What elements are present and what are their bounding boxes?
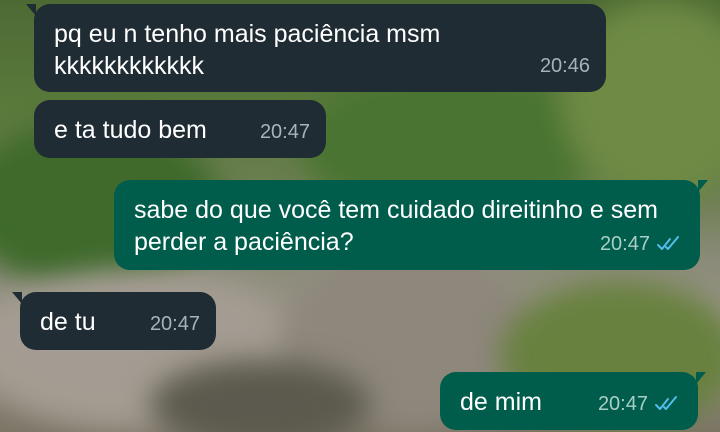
message-meta: 20:47: [600, 228, 684, 260]
message-meta: 20:46: [540, 50, 590, 82]
message-bubble[interactable]: sabe do que você tem cuidado direitinho …: [114, 180, 708, 270]
message-meta: 20:47: [150, 308, 200, 340]
message-bubble[interactable]: de tu 20:47: [12, 292, 216, 350]
message-text: pq eu n tenho mais paciência msm kkkkkkk…: [54, 20, 441, 80]
double-check-icon: [654, 395, 682, 413]
double-check-icon: [656, 235, 684, 253]
bubble-tail: [698, 180, 708, 192]
message-time: 20:46: [539, 55, 590, 77]
message-time: 20:47: [597, 393, 648, 415]
message-bubble[interactable]: pq eu n tenho mais paciência msm kkkkkkk…: [26, 4, 606, 92]
message-time: 20:47: [259, 121, 310, 143]
message-time: 20:47: [599, 233, 650, 255]
bubble-tail: [696, 372, 706, 384]
bubble-tail: [26, 4, 36, 16]
message-bubble[interactable]: de mim 20:47: [440, 372, 706, 430]
message-time: 20:47: [149, 313, 200, 335]
bubble-tail: [12, 292, 22, 304]
message-meta: 20:47: [260, 116, 310, 148]
message-text: sabe do que você tem cuidado direitinho …: [134, 196, 658, 256]
message-meta: 20:47: [598, 388, 682, 420]
message-bubble[interactable]: e ta tudo bem 20:47: [34, 100, 326, 158]
